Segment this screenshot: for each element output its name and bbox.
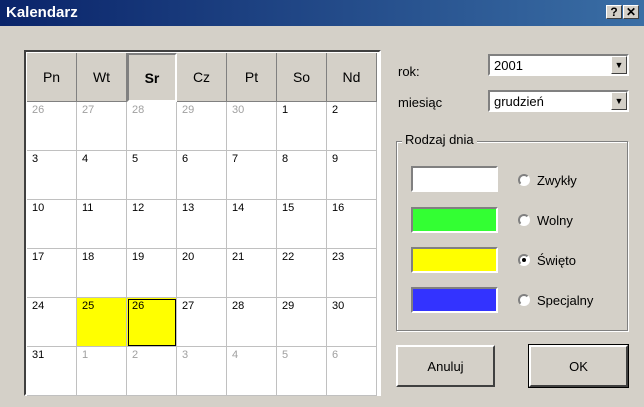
window-title: Kalendarz: [6, 4, 78, 21]
day-cell[interactable]: 26: [27, 102, 77, 151]
day-cell[interactable]: 17: [27, 249, 77, 298]
radio-specjalny[interactable]: [518, 294, 530, 306]
month-value: grudzień: [494, 94, 544, 109]
year-select[interactable]: 2001 ▼: [488, 54, 629, 76]
radio-label-wolny: Wolny: [537, 213, 573, 228]
chevron-down-icon[interactable]: ▼: [611, 92, 627, 110]
help-button[interactable]: ?: [606, 5, 622, 19]
day-cell[interactable]: 12: [127, 200, 177, 249]
color-swatch-swieto: [411, 247, 498, 273]
radio-zwykly[interactable]: [518, 174, 530, 186]
day-cell[interactable]: 25: [77, 298, 127, 347]
day-cell[interactable]: 1: [277, 102, 327, 151]
chevron-down-icon[interactable]: ▼: [611, 56, 627, 74]
day-cell[interactable]: 31: [27, 347, 77, 396]
year-value: 2001: [494, 58, 523, 73]
day-cell[interactable]: 7: [227, 151, 277, 200]
day-cell[interactable]: 20: [177, 249, 227, 298]
day-type-legend: Rodzaj dnia: [402, 132, 477, 147]
radio-wolny[interactable]: [518, 214, 530, 226]
ok-button-label: OK: [569, 358, 588, 374]
day-cell[interactable]: 30: [227, 102, 277, 151]
day-cell[interactable]: 28: [127, 102, 177, 151]
day-cell[interactable]: 11: [77, 200, 127, 249]
calendar-dialog: Kalendarz ? ✕ Pn Wt Sr Cz Pt So Nd 26 27 28 29 30 1 2…: [0, 0, 644, 407]
day-cell[interactable]: 27: [177, 298, 227, 347]
day-cell[interactable]: 28: [227, 298, 277, 347]
weekday-header: Nd: [327, 53, 377, 102]
day-cell[interactable]: 15: [277, 200, 327, 249]
day-cell[interactable]: 18: [77, 249, 127, 298]
color-swatch-specjalny: [411, 287, 498, 313]
day-cell[interactable]: 22: [277, 249, 327, 298]
day-cell[interactable]: 2: [127, 347, 177, 396]
day-cell[interactable]: 30: [327, 298, 377, 347]
weekday-header: Pn: [27, 53, 77, 102]
day-cell[interactable]: 5: [277, 347, 327, 396]
day-cell[interactable]: 5: [127, 151, 177, 200]
day-cell[interactable]: 14: [227, 200, 277, 249]
day-cell[interactable]: 29: [277, 298, 327, 347]
day-cell[interactable]: 29: [177, 102, 227, 151]
day-cell[interactable]: 10: [27, 200, 77, 249]
calendar-grid: Pn Wt Sr Cz Pt So Nd 26 27 28 29 30 1 2 3 4 5 6 7 8 9 10 11 12 1…: [24, 50, 381, 396]
weekday-header: So: [277, 53, 327, 102]
day-cell[interactable]: 4: [77, 151, 127, 200]
close-button[interactable]: ✕: [623, 5, 639, 19]
month-select[interactable]: grudzień ▼: [488, 90, 629, 112]
day-cell[interactable]: 13: [177, 200, 227, 249]
ok-button[interactable]: OK: [528, 344, 629, 388]
year-label: rok:: [398, 64, 420, 79]
weekday-header: Cz: [177, 53, 227, 102]
day-cell[interactable]: 21: [227, 249, 277, 298]
day-cell[interactable]: 26: [127, 298, 177, 347]
day-cell[interactable]: 23: [327, 249, 377, 298]
day-cell[interactable]: 9: [327, 151, 377, 200]
radio-label-specjalny: Specjalny: [537, 293, 594, 308]
day-cell[interactable]: 6: [327, 347, 377, 396]
color-swatch-wolny: [411, 207, 498, 233]
radio-swieto[interactable]: [518, 254, 530, 266]
day-cell[interactable]: 16: [327, 200, 377, 249]
day-cell[interactable]: 1: [77, 347, 127, 396]
cancel-button-label: Anuluj: [427, 358, 464, 374]
weekday-header: Wt: [77, 53, 127, 102]
day-cell[interactable]: 27: [77, 102, 127, 151]
day-cell[interactable]: 19: [127, 249, 177, 298]
day-cell[interactable]: 8: [277, 151, 327, 200]
day-cell[interactable]: 3: [27, 151, 77, 200]
day-cell[interactable]: 2: [327, 102, 377, 151]
day-cell[interactable]: 24: [27, 298, 77, 347]
day-cell[interactable]: 6: [177, 151, 227, 200]
day-cell[interactable]: 3: [177, 347, 227, 396]
month-label: miesiąc: [398, 95, 443, 110]
day-cell[interactable]: 4: [227, 347, 277, 396]
title-bar: Kalendarz ? ✕: [0, 0, 644, 26]
weekday-header: Sr: [127, 53, 177, 102]
radio-label-swieto: Święto: [537, 253, 577, 268]
cancel-button[interactable]: Anuluj: [396, 345, 495, 387]
weekday-header: Pt: [227, 53, 277, 102]
radio-label-zwykly: Zwykły: [537, 173, 577, 188]
color-swatch-zwykly: [411, 166, 498, 192]
